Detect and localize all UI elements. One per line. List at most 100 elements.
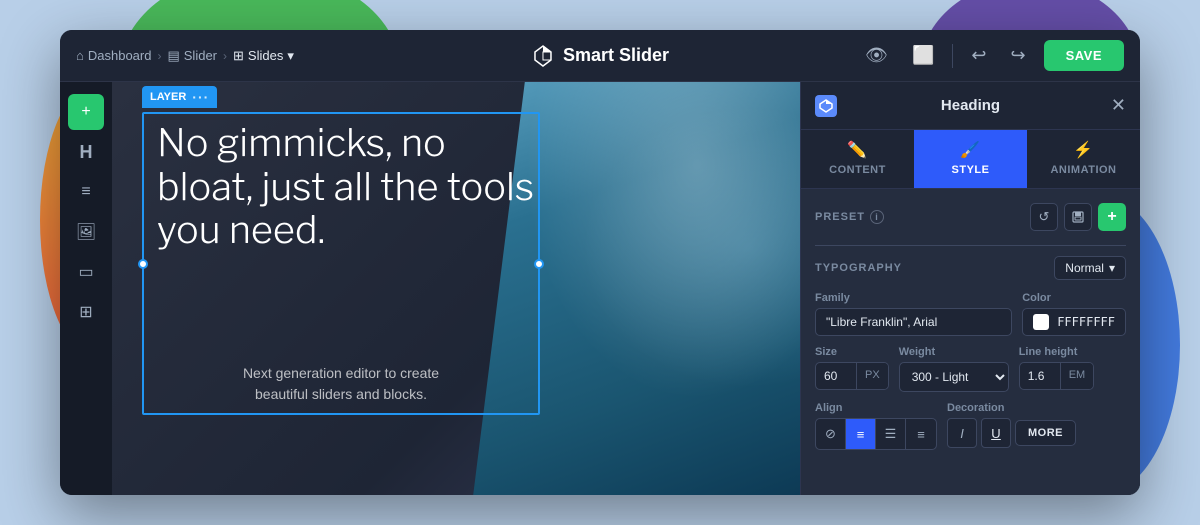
lineheight-input[interactable] [1020,363,1060,389]
preset-save-btn[interactable] [1064,203,1092,231]
underline-icon: U [991,426,1000,441]
weight-select[interactable]: 300 - Light 100 - Thin 400 - Normal 700 … [899,362,1009,392]
breadcrumb-sep-1: › [157,49,161,63]
size-unit: PX [856,363,888,389]
breadcrumb-dashboard[interactable]: ⌂ Dashboard [76,48,151,63]
breadcrumb-sep-2: › [223,49,227,63]
preview-btn[interactable]: 👁 [859,41,894,70]
color-picker-btn[interactable]: FFFFFFFF [1022,308,1126,336]
style-tab-icon: 🖌️ [960,140,980,160]
slide-canvas: LAYER ··· No gimmicks, no bloat, just al… [112,82,800,495]
typography-state-dropdown[interactable]: Normal ▾ [1054,256,1126,280]
family-label: Family [815,292,1012,304]
lineheight-label: Line height [1019,346,1095,358]
tab-style[interactable]: 🖌️ STYLE [914,130,1027,188]
save-button[interactable]: SAVE [1044,40,1124,71]
align-center-btn[interactable]: ☰ [876,419,906,449]
family-color-row: Family Color FFFFFFFF [815,292,1126,336]
slider-icon: ▤ [167,48,179,64]
layer-label: LAYER ··· [142,86,217,108]
handle-left[interactable] [138,259,148,269]
plus-icon: + [81,103,90,121]
panel-content: PRESET i ↺ [801,189,1140,495]
sidebar-text-btn[interactable]: ≡ [68,174,104,210]
logo-text: Smart Slider [563,45,669,66]
sidebar-box-btn[interactable]: ▭ [68,254,104,290]
align-buttons: ⊘ ≡ ☰ ≡ [815,418,937,450]
save-icon [1071,210,1085,224]
dropdown-chevron-icon: ▾ [1109,261,1115,275]
layer-more-btn[interactable]: ··· [192,89,209,105]
more-btn[interactable]: MORE [1015,420,1076,446]
responsive-btn[interactable]: ⬜ [906,41,940,70]
typography-section-header: TYPOGRAPHY Normal ▾ [815,256,1126,280]
panel-logo-icon [815,95,837,117]
weight-group: Weight 300 - Light 100 - Thin 400 - Norm… [899,346,1009,392]
preset-add-btn[interactable]: + [1098,203,1126,231]
weight-label: Weight [899,346,1009,358]
sidebar-heading-btn[interactable]: H [68,134,104,170]
logo-icon [531,44,555,68]
decoration-group: Decoration I U MORE [947,402,1076,448]
preset-info-icon[interactable]: i [870,210,884,224]
color-swatch [1033,314,1049,330]
sidebar-add-btn[interactable]: + [68,94,104,130]
content-tab-label: CONTENT [829,164,886,176]
sidebar-grid-btn[interactable]: ⊞ [68,294,104,330]
canvas-area[interactable]: LAYER ··· No gimmicks, no bloat, just al… [112,82,800,495]
left-sidebar: + H ≡ 🖼 ▭ ⊞ [60,82,112,495]
align-left-btn[interactable]: ≡ [846,419,876,449]
tab-animation[interactable]: ⚡ ANIMATION [1027,130,1140,188]
underline-btn[interactable]: U [981,418,1011,448]
redo-btn[interactable]: ↪ [1004,41,1031,70]
align-right-btn[interactable]: ≡ [906,419,936,449]
text-lines-icon: ≡ [81,183,90,201]
top-bar: ⌂ Dashboard › ▤ Slider › ⊞ Slides ▾ Smar… [60,30,1140,82]
preset-reset-btn[interactable]: ↺ [1030,203,1058,231]
family-input[interactable] [815,308,1012,336]
divider-1 [815,245,1126,246]
handle-right[interactable] [534,259,544,269]
heading-icon: H [80,142,93,163]
preset-row: PRESET i ↺ [815,203,1126,231]
breadcrumb: ⌂ Dashboard › ▤ Slider › ⊞ Slides ▾ [76,48,294,64]
align-decoration-row: Align ⊘ ≡ ☰ ≡ Decoration I [815,402,1126,450]
box-icon: ▭ [78,262,93,282]
undo-btn[interactable]: ↩ [965,41,992,70]
grid-icon: ⊞ [79,302,92,322]
lineheight-group: Line height EM [1019,346,1095,392]
topbar-divider [952,44,953,68]
lineheight-unit: EM [1060,363,1094,389]
breadcrumb-slides[interactable]: ⊞ Slides ▾ [233,48,294,64]
tab-content[interactable]: ✏️ CONTENT [801,130,914,188]
panel-header: Heading ✕ [801,82,1140,130]
size-input[interactable] [816,363,856,389]
italic-btn[interactable]: I [947,418,977,448]
panel-title: Heading [941,97,1000,114]
decoration-label: Decoration [947,402,1076,414]
slide-subtext: Next generation editor to createbeautifu… [162,363,520,405]
breadcrumb-slider[interactable]: ▤ Slider [167,48,217,64]
image-icon: 🖼 [76,222,96,242]
sidebar-image-btn[interactable]: 🖼 [68,214,104,250]
family-group: Family [815,292,1012,336]
content-tab-icon: ✏️ [847,140,867,160]
home-icon: ⌂ [76,48,84,63]
color-group: Color FFFFFFFF [1022,292,1126,336]
panel-close-btn[interactable]: ✕ [1111,95,1126,116]
animation-tab-label: ANIMATION [1050,164,1116,176]
size-weight-row: Size PX Weight 300 - Light 100 - Thin 40… [815,346,1126,392]
right-panel: Heading ✕ ✏️ CONTENT 🖌️ STYLE ⚡ ANIMATIO… [800,82,1140,495]
preset-actions: ↺ + [1030,203,1126,231]
style-tab-label: STYLE [952,164,990,176]
lineheight-input-group: EM [1019,362,1095,390]
align-block-btn[interactable]: ⊘ [816,419,846,449]
size-label: Size [815,346,889,358]
italic-icon: I [960,426,964,441]
typography-label: TYPOGRAPHY [815,262,902,274]
animation-tab-icon: ⚡ [1073,140,1093,160]
chevron-down-icon: ▾ [287,48,294,64]
size-input-group: PX [815,362,889,390]
top-bar-right: 👁 ⬜ ↩ ↪ SAVE [859,40,1124,71]
color-label: Color [1022,292,1126,304]
